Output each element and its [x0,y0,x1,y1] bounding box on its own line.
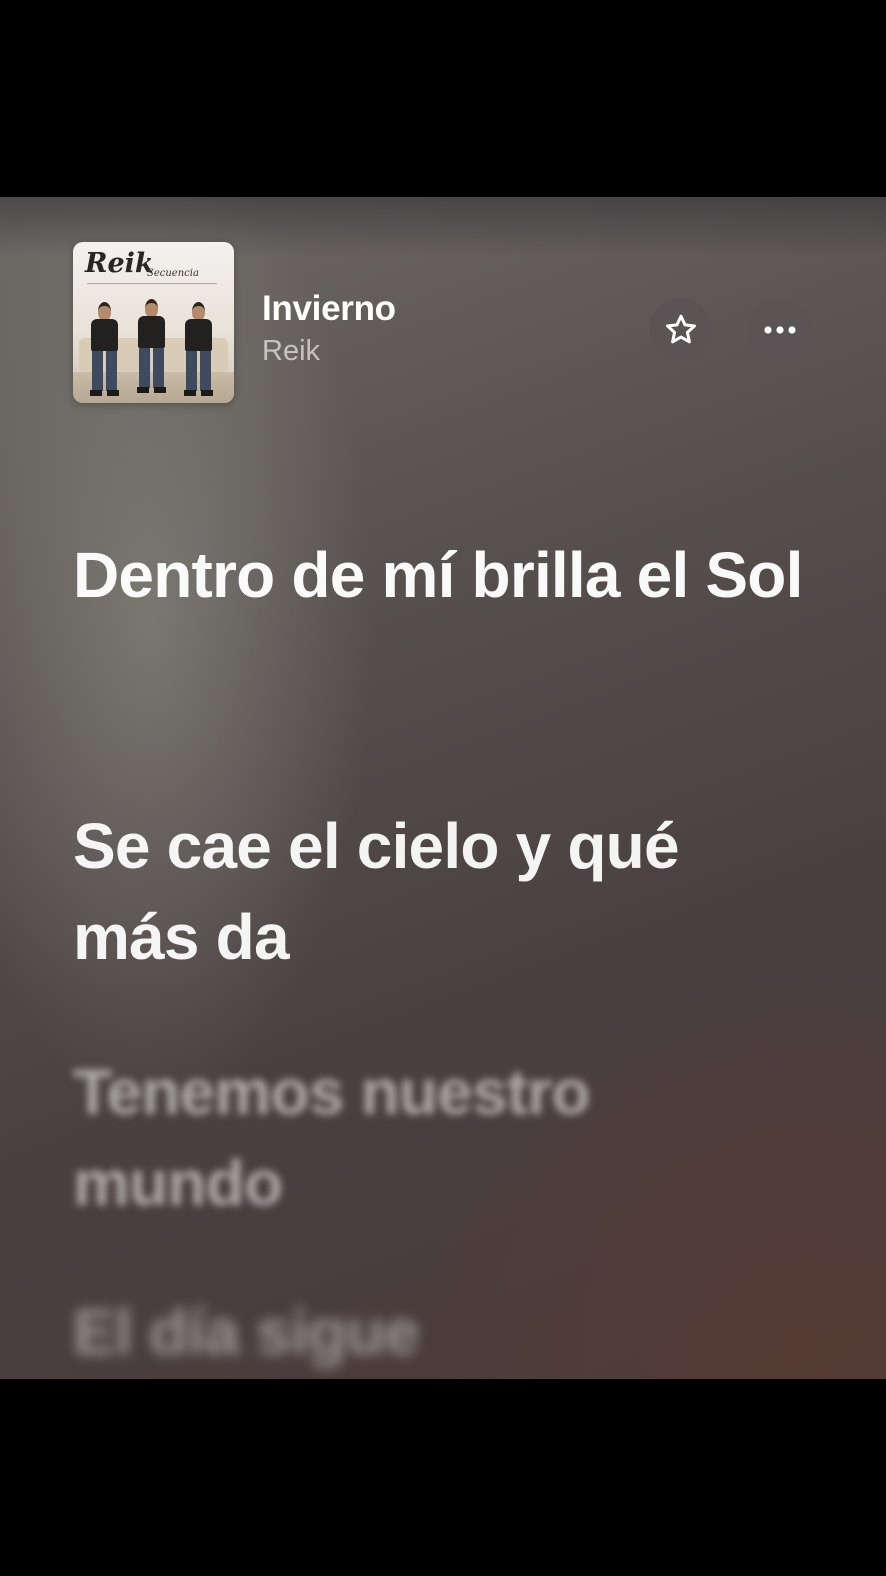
song-artist[interactable]: Reik [262,335,320,368]
lyric-line-current[interactable]: Dentro de mí brilla el Sol [73,530,813,621]
album-artwork[interactable]: Reik Secuencia [73,242,234,403]
song-title[interactable]: Invierno [262,289,396,329]
lyric-line-later[interactable]: El día sigue [73,1287,813,1378]
album-subtitle-text: Secuencia [147,268,199,279]
album-logo-text: Reik [85,248,154,279]
ellipsis-icon [763,325,796,334]
star-outline-icon [665,314,696,343]
lyric-line-next[interactable]: Se cae el cielo y qué más da [73,801,813,983]
now-playing-lyrics-screen: Reik Secuencia Invierno Reik Dentro de m… [0,197,886,1379]
favorite-button[interactable] [649,298,712,361]
album-divider [87,283,217,284]
lyric-line-previous [73,407,813,457]
lyric-line-upcoming[interactable]: Tenemos nuestro mundo [73,1047,633,1229]
more-options-button[interactable] [748,298,811,361]
